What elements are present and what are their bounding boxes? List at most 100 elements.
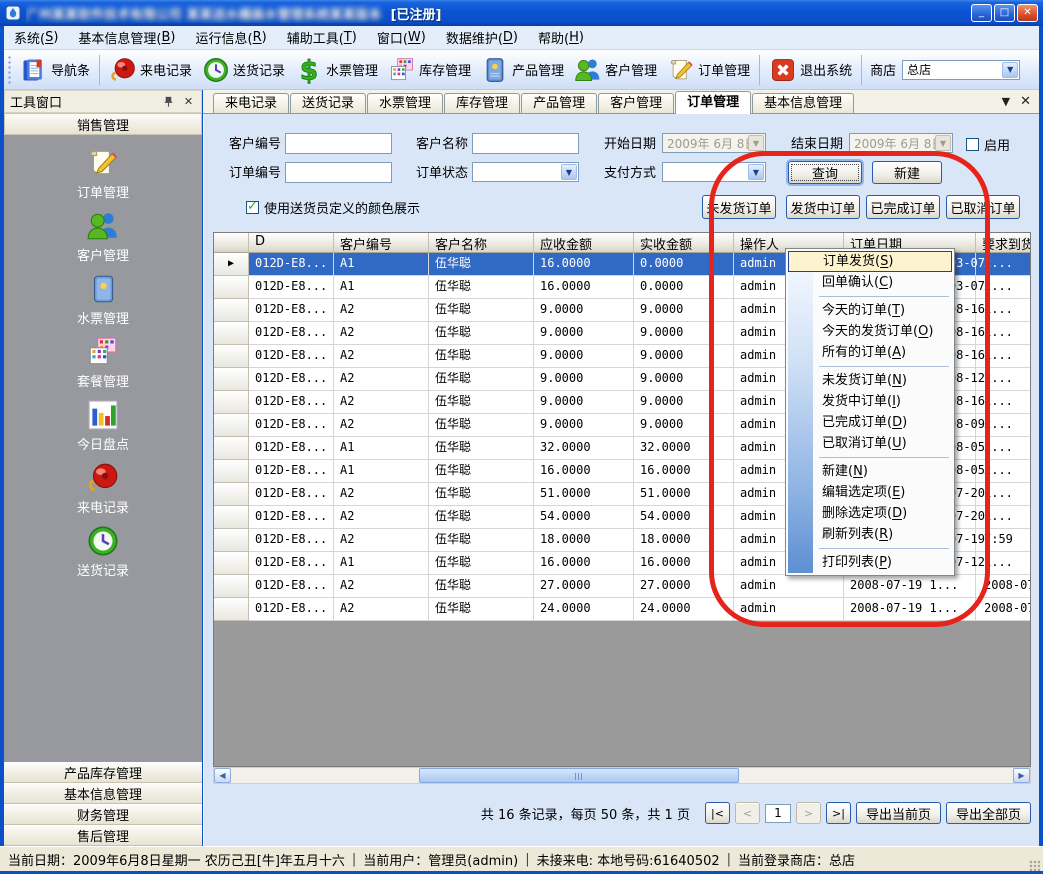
menubar-item-R[interactable]: 运行信息(R) <box>186 26 277 49</box>
column-header-selector[interactable] <box>214 233 249 253</box>
toolbar-button-customers[interactable]: 客户管理 <box>569 54 662 86</box>
menu-item-R-15[interactable]: 刷新列表(R) <box>788 524 952 545</box>
sidebar-group-2[interactable]: 财务管理 <box>4 804 202 825</box>
pin-icon[interactable] <box>161 94 176 109</box>
sidebar-item-order[interactable]: 订单管理 <box>4 142 202 205</box>
row-selector[interactable] <box>214 368 249 391</box>
order-status-select[interactable]: ▼ <box>472 162 579 182</box>
export-all-pages-button[interactable]: 导出全部页 <box>946 802 1031 824</box>
sidebar-item-ticket[interactable]: 水票管理 <box>4 268 202 331</box>
last-page-button[interactable]: >| <box>826 802 851 824</box>
column-header-7[interactable]: 要求到货日期 <box>976 233 1031 253</box>
tab-close-icon[interactable]: ✕ <box>1020 94 1031 109</box>
export-current-page-button[interactable]: 导出当前页 <box>856 802 941 824</box>
checkbox-icon[interactable] <box>966 138 979 151</box>
chevron-down-icon[interactable]: ▼ <box>748 164 764 180</box>
order-no-input[interactable] <box>285 162 392 183</box>
menu-item-O-4[interactable]: 今天的发货订单(O) <box>788 321 952 342</box>
row-selector[interactable]: ▶ <box>214 253 249 276</box>
menu-item-D-9[interactable]: 已完成订单(D) <box>788 412 952 433</box>
row-selector[interactable] <box>214 437 249 460</box>
sidebar-item-clock[interactable]: 送货记录 <box>4 520 202 583</box>
query-button[interactable]: 查询 <box>788 161 862 184</box>
customer-no-input[interactable] <box>285 133 392 154</box>
column-header-1[interactable]: 客户编号 <box>334 233 429 253</box>
toolbar-button-bell[interactable]: 来电记录 <box>104 54 197 86</box>
next-page-button[interactable]: > <box>796 802 821 824</box>
chevron-down-icon[interactable]: ▼ <box>561 164 577 180</box>
row-selector[interactable] <box>214 276 249 299</box>
tool-window-close-icon[interactable]: ✕ <box>181 94 196 109</box>
sidebar-item-grid[interactable]: 套餐管理 <box>4 331 202 394</box>
sidebar-group-sales[interactable]: 销售管理 <box>4 113 202 135</box>
row-selector[interactable] <box>214 299 249 322</box>
chevron-down-icon[interactable]: ▼ <box>1002 62 1018 78</box>
status-filter-button-0[interactable]: 未发货订单 <box>702 195 776 219</box>
menu-item-N-7[interactable]: 未发货订单(N) <box>788 370 952 391</box>
menu-item-P-17[interactable]: 打印列表(P) <box>788 552 952 573</box>
shop-select[interactable]: 总店 ▼ <box>902 60 1020 80</box>
close-button[interactable]: ✕ <box>1017 4 1038 22</box>
menu-item-A-5[interactable]: 所有的订单(A) <box>788 342 952 363</box>
toolbar-button-exit[interactable]: 退出系统 <box>764 54 857 86</box>
toolbar-grip[interactable] <box>7 55 13 85</box>
row-selector[interactable] <box>214 529 249 552</box>
first-page-button[interactable]: |< <box>705 802 730 824</box>
toolbar-button-clock[interactable]: 送货记录 <box>197 54 290 86</box>
status-filter-button-1[interactable]: 发货中订单 <box>786 195 860 219</box>
row-selector[interactable] <box>214 345 249 368</box>
sidebar-group-0[interactable]: 产品库存管理 <box>4 762 202 783</box>
maximize-button[interactable]: □ <box>994 4 1015 22</box>
menubar-item-H[interactable]: 帮助(H) <box>528 26 594 49</box>
prev-page-button[interactable]: < <box>735 802 760 824</box>
page-number-input[interactable] <box>765 804 791 823</box>
table-row[interactable]: 012D-E8...A2伍华聪24.000024.0000admin2008-0… <box>214 598 1030 621</box>
row-selector[interactable] <box>214 552 249 575</box>
column-header-4[interactable]: 实收金额 <box>634 233 734 253</box>
tab-水票管理[interactable]: 水票管理 <box>367 93 443 113</box>
toolbar-button-dollar[interactable]: $水票管理 <box>290 54 383 86</box>
tab-产品管理[interactable]: 产品管理 <box>521 93 597 113</box>
menubar-item-T[interactable]: 辅助工具(T) <box>277 26 367 49</box>
horizontal-scrollbar[interactable]: ◀ ▶ <box>213 767 1031 784</box>
resize-grip[interactable] <box>1029 860 1040 871</box>
row-selector[interactable] <box>214 391 249 414</box>
column-header-3[interactable]: 应收金额 <box>534 233 634 253</box>
sidebar-item-customers[interactable]: 客户管理 <box>4 205 202 268</box>
menubar-item-S[interactable]: 系统(S) <box>4 26 68 49</box>
menubar-item-W[interactable]: 窗口(W) <box>367 26 436 49</box>
tab-dropdown-icon[interactable]: ▼ <box>1002 95 1010 108</box>
menu-item-D-14[interactable]: 删除选定项(D) <box>788 503 952 524</box>
row-selector[interactable] <box>214 575 249 598</box>
menu-item-N-12[interactable]: 新建(N) <box>788 461 952 482</box>
tab-基本信息管理[interactable]: 基本信息管理 <box>752 93 854 113</box>
scrollbar-thumb[interactable] <box>419 768 739 783</box>
end-date-picker[interactable]: 2009年 6月 8日▼ <box>849 133 953 153</box>
sidebar-item-bell[interactable]: 来电记录 <box>4 457 202 520</box>
menu-item-I-8[interactable]: 发货中订单(I) <box>788 391 952 412</box>
row-selector[interactable] <box>214 598 249 621</box>
menu-item-E-13[interactable]: 编辑选定项(E) <box>788 482 952 503</box>
delivery-color-checkbox[interactable]: 使用送货员定义的颜色展示 <box>246 197 420 217</box>
menubar-item-D[interactable]: 数据维护(D) <box>436 26 528 49</box>
toolbar-button-grid[interactable]: 库存管理 <box>383 54 476 86</box>
customer-name-input[interactable] <box>472 133 579 154</box>
toolbar-button-book[interactable]: 导航条 <box>15 54 95 86</box>
menu-item-S-0[interactable]: 订单发货(S) <box>788 251 952 272</box>
minimize-button[interactable]: _ <box>971 4 992 22</box>
enable-date-checkbox[interactable]: 启用 <box>966 134 1010 154</box>
tab-库存管理[interactable]: 库存管理 <box>444 93 520 113</box>
row-selector[interactable] <box>214 322 249 345</box>
row-selector[interactable] <box>214 483 249 506</box>
status-filter-button-2[interactable]: 已完成订单 <box>866 195 940 219</box>
toolbar-button-product[interactable]: 产品管理 <box>476 54 569 86</box>
tab-送货记录[interactable]: 送货记录 <box>290 93 366 113</box>
menubar-item-B[interactable]: 基本信息管理(B) <box>68 26 185 49</box>
new-button[interactable]: 新建 <box>872 161 942 184</box>
menu-item-U-10[interactable]: 已取消订单(U) <box>788 433 952 454</box>
table-row[interactable]: 012D-E8...A2伍华聪27.000027.0000admin2008-0… <box>214 575 1030 598</box>
scroll-right-icon[interactable]: ▶ <box>1013 768 1030 783</box>
toolbar-button-order[interactable]: 订单管理 <box>662 54 755 86</box>
sidebar-item-chart[interactable]: 今日盘点 <box>4 394 202 457</box>
status-filter-button-3[interactable]: 已取消订单 <box>946 195 1020 219</box>
